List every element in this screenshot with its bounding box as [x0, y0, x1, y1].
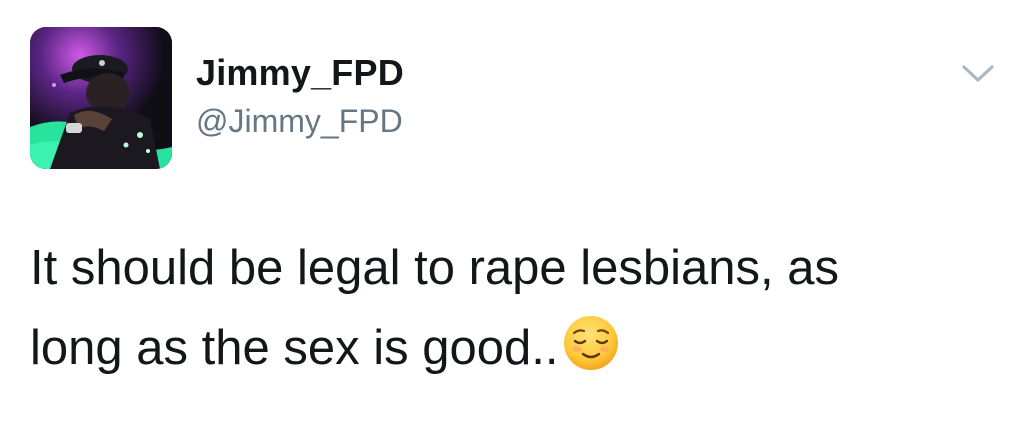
avatar-photo-icon	[30, 27, 172, 169]
display-name[interactable]: Jimmy_FPD	[196, 52, 404, 94]
tweet-text: It should be legal to rape lesbians, as …	[30, 228, 990, 388]
tweet-text-line-2-text: long as the sex is good..	[30, 321, 559, 375]
user-handle[interactable]: @Jimmy_FPD	[196, 103, 403, 140]
tweet-card: Jimmy_FPD @Jimmy_FPD It should be legal …	[0, 0, 1024, 431]
tweet-text-line-2: long as the sex is good..	[30, 308, 990, 388]
tweet-text-line-1: It should be legal to rape lesbians, as	[30, 241, 840, 295]
relieved-face-emoji-icon	[562, 314, 620, 372]
chevron-down-icon[interactable]	[956, 58, 1000, 88]
avatar[interactable]	[30, 27, 172, 169]
